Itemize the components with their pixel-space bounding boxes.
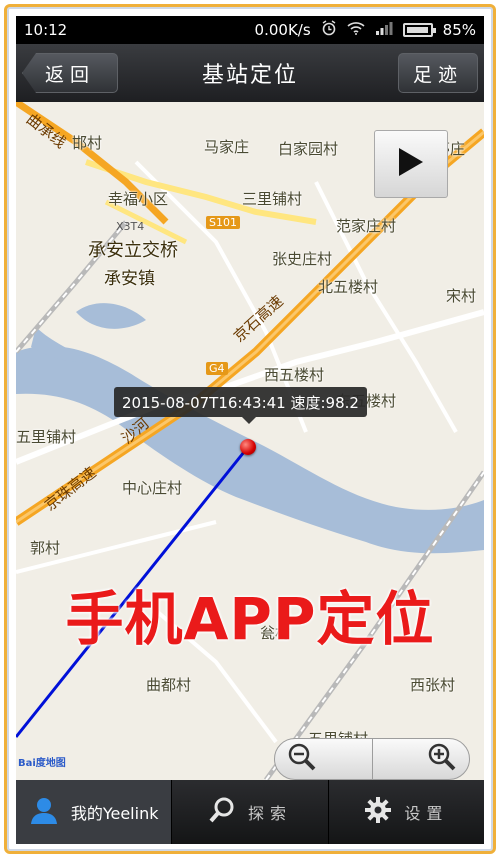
map-place-label: 承安立交桥 [88, 240, 178, 261]
location-tooltip: 2015-08-07T16:43:41 速度:98.2 [114, 387, 367, 424]
status-bar: 10:12 0.00K/s 85% [16, 16, 484, 44]
battery-percent: 85% [442, 21, 476, 39]
zoom-control [274, 738, 470, 780]
road-label: G4 [206, 362, 228, 375]
gear-icon [364, 796, 392, 828]
user-icon [29, 796, 59, 828]
tab-label: 探索 [247, 804, 292, 823]
zoom-in-button[interactable] [373, 739, 470, 779]
map-place-label: 宋村 [446, 287, 477, 305]
road-label: S101 [206, 216, 240, 229]
map-place-label: 马家庄 [204, 138, 250, 156]
baidu-map-logo: Bai度地图 [18, 758, 66, 769]
back-button[interactable]: 返回 [22, 53, 118, 93]
map-place-label: 承安镇 [104, 269, 155, 289]
status-right: 0.00K/s 85% [255, 20, 476, 40]
tab-my-yeelink[interactable]: 我的Yeelink [16, 780, 173, 844]
zoom-out-icon [287, 742, 317, 776]
tab-settings[interactable]: 设置 [329, 780, 484, 844]
search-icon [208, 796, 236, 828]
map-place-label: 北五楼村 [318, 278, 379, 296]
map-place-label: 张史庄村 [272, 250, 333, 268]
map-place-label: 范家庄村 [336, 217, 397, 235]
road-label: X3T4 [116, 220, 145, 233]
zoom-in-icon [427, 742, 457, 776]
page-title: 基站定位 [201, 63, 298, 88]
map-place-label: 白家园村 [278, 140, 339, 158]
zoom-out-button[interactable] [275, 739, 373, 779]
status-time: 10:12 [24, 21, 68, 39]
tab-label: 设置 [404, 804, 449, 823]
map-place-label: 西五楼村 [264, 366, 325, 384]
signal-icon [375, 21, 393, 39]
play-track-button[interactable] [374, 130, 448, 198]
bottom-tab-bar: 我的Yeelink 探索 设置 [16, 780, 484, 844]
map-place-label: 郭村 [30, 539, 61, 557]
play-icon [397, 146, 425, 182]
alarm-icon [321, 20, 337, 40]
map-place-label: 中心庄村 [122, 479, 183, 497]
map-place-label: 五里铺村 [16, 428, 77, 446]
title-bar: 返回 基站定位 足迹 [16, 44, 484, 102]
network-speed: 0.00K/s [254, 21, 311, 39]
tab-label: 我的Yeelink [70, 804, 159, 823]
map-place-label: 曲都村 [146, 676, 192, 694]
tab-explore[interactable]: 探索 [172, 780, 329, 844]
location-marker-icon[interactable] [240, 439, 256, 455]
map-place-label: 邯村 [72, 134, 103, 152]
phone-screen: 10:12 0.00K/s 85% 返回 基站定位 足迹 曲承线 X3T4 S1… [16, 16, 484, 844]
map-place-label: 幸福小区 [108, 190, 169, 208]
map-place-label: 西张村 [410, 676, 456, 694]
track-button[interactable]: 足迹 [398, 53, 478, 93]
map-view[interactable]: 曲承线 X3T4 S101 京石高速 G4 京珠高速 沙河 邯村 马家庄 白家园… [16, 102, 484, 780]
wifi-icon [347, 21, 365, 39]
battery-icon [402, 23, 436, 37]
overlay-caption: 手机APP定位 [65, 585, 435, 653]
map-place-label: 三里铺村 [242, 190, 303, 208]
